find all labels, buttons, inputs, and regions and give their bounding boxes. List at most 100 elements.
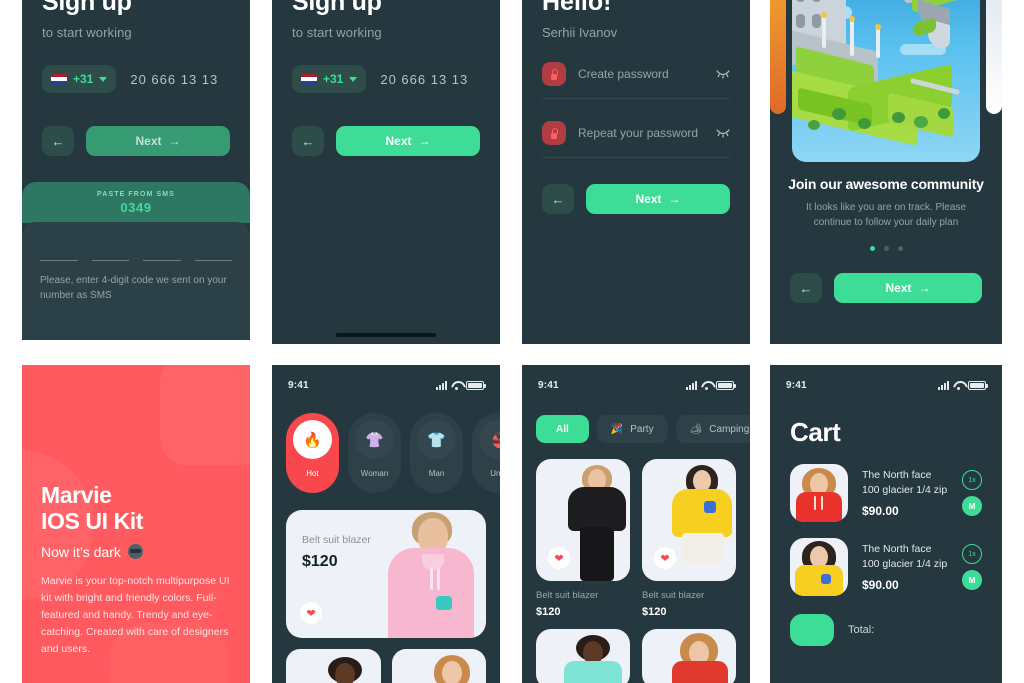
back-button[interactable]: ←: [542, 184, 574, 214]
phone-input-row: +31 20 666 13 13: [292, 65, 480, 93]
product-grid: ❤ Belt suit blazer $120 ❤ Belt suit blaz…: [522, 459, 750, 618]
wifi-icon: [701, 381, 712, 390]
category-scroller[interactable]: 🔥 Hot 👚 Woman 👕 Man 👙 Undi: [272, 413, 500, 493]
filter-chip-all[interactable]: All: [536, 415, 589, 443]
status-bar: 9:41: [770, 375, 1002, 395]
size-badge[interactable]: M: [962, 570, 982, 590]
phone-input-row: +31 20 666 13 13: [42, 65, 230, 93]
community-title: Join our awesome community: [788, 176, 984, 192]
country-code-selector[interactable]: +31: [42, 65, 117, 93]
cart-item-row[interactable]: The North face 100 glacier 1/4 zip $90.0…: [770, 538, 1002, 596]
cart-item-row[interactable]: The North face 100 glacier 1/4 zip $90.0…: [770, 464, 1002, 522]
quantity-badge[interactable]: 1x: [962, 544, 982, 564]
code-digit-fields[interactable]: [40, 260, 232, 261]
next-button[interactable]: Next →: [86, 126, 230, 156]
product-name: Belt suit blazer: [536, 590, 599, 601]
filter-chip-label: All: [556, 423, 569, 435]
create-password-field[interactable]: Create password: [542, 62, 730, 99]
status-time: 9:41: [538, 379, 559, 391]
cart-item-badges: 1x M: [962, 470, 982, 516]
product-card[interactable]: ❤: [536, 459, 630, 581]
category-man[interactable]: 👕 Man: [410, 413, 463, 493]
back-button[interactable]: ←: [42, 126, 74, 156]
favorite-heart-icon[interactable]: ❤: [654, 547, 676, 569]
arrow-right-icon: →: [418, 134, 431, 148]
carousel-card-prev[interactable]: [770, 0, 786, 114]
favorite-heart-icon[interactable]: ❤: [548, 547, 570, 569]
cart-item-name: The North face 100 glacier 1/4 zip: [862, 542, 948, 570]
cart-total-label: Total:: [848, 624, 875, 636]
cart-footer: Total:: [770, 614, 1002, 646]
action-button-row: ← Next →: [786, 273, 986, 303]
product-card[interactable]: ❤: [642, 459, 736, 581]
filter-chip-label: Camping: [709, 423, 750, 435]
checkout-button[interactable]: [790, 614, 834, 646]
page-title: Sign up: [42, 0, 132, 16]
eye-off-icon[interactable]: [716, 69, 730, 79]
product-photo-pink-hoodie: [378, 510, 486, 638]
category-label: Undi: [490, 469, 500, 478]
product-card[interactable]: [391, 649, 486, 683]
flag-netherlands-icon: [51, 73, 67, 85]
cart-item-price: $90.00: [862, 504, 899, 519]
carousel-dot-2[interactable]: [883, 246, 889, 251]
country-code-selector[interactable]: +31: [292, 65, 367, 93]
community-subtitle: It looks like you are on track. Please c…: [805, 202, 967, 228]
next-button-label: Next: [885, 281, 912, 295]
battery-icon: [968, 380, 988, 390]
battery-icon: [466, 380, 486, 390]
code-entry-sheet: Please, enter 4-digit code we sent on yo…: [22, 222, 250, 340]
repeat-password-field[interactable]: Repeat your password: [542, 121, 730, 158]
cart-item-price: $90.00: [862, 578, 899, 593]
back-button[interactable]: ←: [292, 126, 324, 156]
next-button[interactable]: Next →: [336, 126, 480, 156]
promo-heading-line2: IOS UI Kit: [41, 508, 144, 535]
fire-icon: 🔥: [293, 420, 332, 459]
home-indicator: [336, 333, 436, 337]
paste-from-sms-label: PASTE FROM SMS: [97, 191, 175, 198]
flag-netherlands-icon: [301, 73, 317, 85]
product-grid-column: ❤ Belt suit blazer $120: [536, 459, 630, 618]
wifi-icon: [451, 381, 462, 390]
favorite-heart-icon[interactable]: ❤: [300, 602, 322, 624]
create-password-placeholder: Create password: [578, 67, 669, 81]
arrow-right-icon: →: [668, 192, 681, 206]
page-title: Hello!: [542, 0, 612, 16]
illustration-carousel[interactable]: [770, 0, 1002, 176]
dress-icon: 👚: [355, 420, 394, 459]
phone-number-input[interactable]: 20 666 13 13: [130, 72, 218, 87]
paste-from-sms-card[interactable]: PASTE FROM SMS 0349: [22, 182, 250, 223]
next-button[interactable]: Next →: [834, 273, 982, 303]
back-button[interactable]: ←: [790, 273, 822, 303]
filter-chip-scroller[interactable]: All 🎉 Party 🏕 Camping: [522, 415, 750, 443]
category-label: Woman: [360, 469, 389, 478]
carousel-dots[interactable]: [786, 246, 986, 251]
hero-product-card[interactable]: Belt suit blazer $120 ❤: [286, 510, 486, 638]
phone-number-input[interactable]: 20 666 13 13: [380, 72, 468, 87]
category-hot[interactable]: 🔥 Hot: [286, 413, 339, 493]
party-icon: 🎉: [610, 423, 624, 435]
product-card[interactable]: [536, 629, 630, 683]
cart-item-info: The North face 100 glacier 1/4 zip $90.0…: [862, 542, 948, 592]
size-badge[interactable]: M: [962, 496, 982, 516]
product-card[interactable]: [286, 649, 381, 683]
carousel-card-next[interactable]: [986, 0, 1002, 114]
eye-off-icon[interactable]: [716, 128, 730, 138]
action-button-row: ← Next →: [542, 184, 730, 214]
carousel-dot-3[interactable]: [897, 246, 903, 251]
lock-icon: [542, 62, 566, 86]
status-time: 9:41: [786, 379, 807, 391]
next-button[interactable]: Next →: [586, 184, 730, 214]
carousel-dot-1[interactable]: [869, 246, 875, 251]
signal-icon: [938, 380, 949, 390]
category-woman[interactable]: 👚 Woman: [348, 413, 401, 493]
repeat-password-placeholder: Repeat your password: [578, 126, 699, 140]
product-card[interactable]: [642, 629, 736, 683]
category-underwear[interactable]: 👙 Undi: [472, 413, 500, 493]
filter-chip-camping[interactable]: 🏕 Camping: [675, 415, 750, 443]
category-label: Man: [428, 469, 445, 478]
filter-chip-party[interactable]: 🎉 Party: [596, 415, 668, 443]
product-grid-column: ❤ Belt suit blazer $120: [642, 459, 736, 618]
quantity-badge[interactable]: 1x: [962, 470, 982, 490]
promo-body-text: Marvie is your top-notch multipurpose UI…: [41, 574, 230, 655]
